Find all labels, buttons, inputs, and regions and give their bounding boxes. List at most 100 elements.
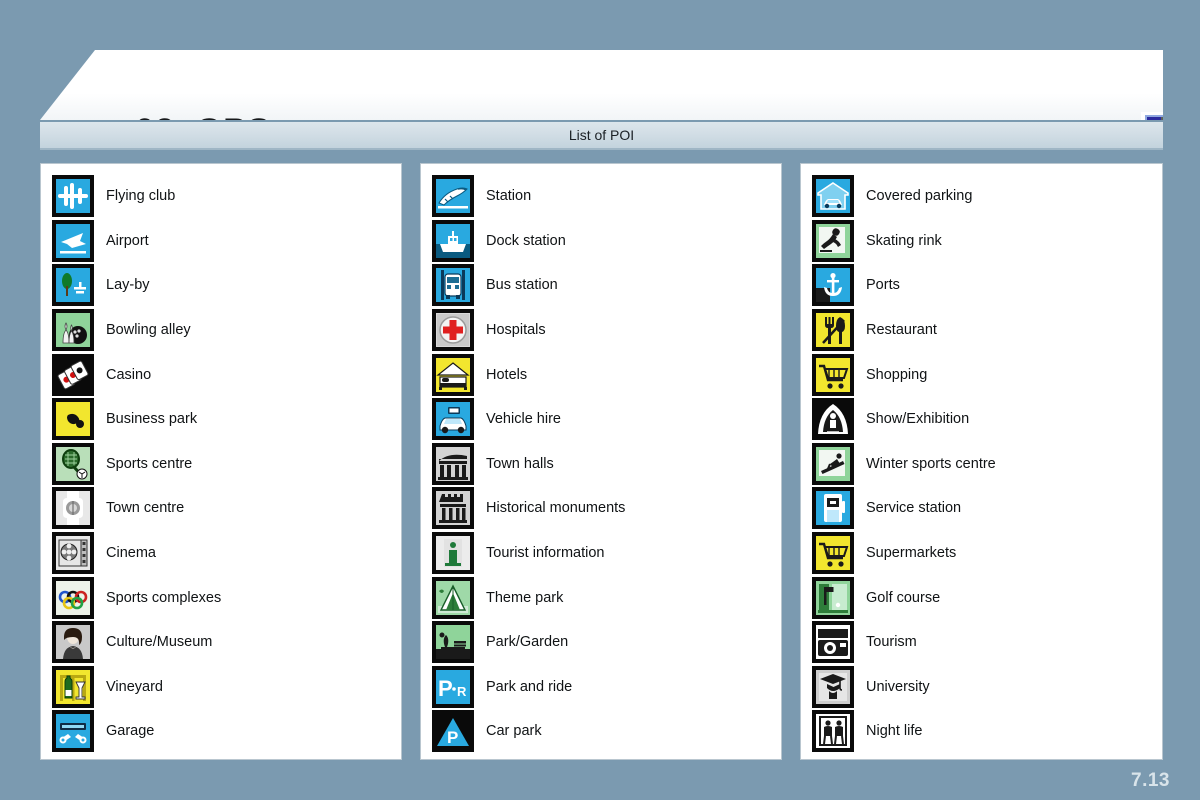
bowling-alley-icon-glyph: [56, 313, 90, 348]
poi-row: Garage: [41, 709, 401, 754]
vineyard-icon-glyph: [56, 669, 90, 704]
poi-label: Town halls: [486, 455, 554, 472]
bus-station-icon-glyph: [436, 268, 470, 303]
poi-row: Bowling alley: [41, 308, 401, 353]
sports-centre-icon-glyph: [56, 446, 90, 481]
svg-text:P: P: [447, 728, 458, 747]
night-life-icon-glyph: [816, 714, 850, 749]
poi-label: Garage: [106, 723, 155, 740]
poi-columns: Flying club Airport Lay-by Bowling alley Cas…: [40, 163, 1163, 760]
service-station-icon-glyph: [816, 491, 850, 526]
poi-row: Tourist information: [421, 531, 781, 576]
theme-park-icon: [432, 576, 474, 619]
hotel-icon: [432, 353, 474, 396]
poi-label: Shopping: [866, 366, 928, 383]
poi-row: Service station: [801, 486, 1162, 531]
park-garden-icon-glyph: [436, 625, 470, 660]
poi-label: Hotels: [486, 366, 528, 383]
cinema-icon-glyph: [56, 536, 90, 571]
poi-row: Hospitals: [421, 308, 781, 353]
covered-parking-icon: [812, 175, 854, 218]
lay-by-icon: [52, 264, 94, 307]
night-life-icon: [812, 710, 854, 753]
poi-label: Car park: [486, 723, 542, 740]
dock-station-icon-glyph: [436, 223, 470, 258]
vehicle-hire-icon: [432, 398, 474, 441]
airport-icon: [52, 219, 94, 262]
sports-complexes-icon-glyph: [56, 580, 90, 615]
poi-row: Station: [421, 174, 781, 219]
shopping-icon-glyph: [816, 357, 850, 392]
park-garden-icon: [432, 621, 474, 664]
poi-row: Business park: [41, 397, 401, 442]
poi-row: Show/Exhibition: [801, 397, 1162, 442]
poi-row: Historical monuments: [421, 486, 781, 531]
poi-label: Tourism: [866, 634, 917, 651]
poi-label: Station: [486, 188, 532, 205]
show-exhibition-icon-glyph: [816, 402, 850, 437]
chapter-header-bar: 03 GPS: [40, 50, 1163, 120]
poi-row: Casino: [41, 352, 401, 397]
vineyard-icon: [52, 665, 94, 708]
tourist-information-icon-glyph: [436, 536, 470, 571]
covered-parking-icon-glyph: [816, 179, 850, 214]
poi-label: Theme park: [486, 589, 564, 606]
poi-row: Bus station: [421, 263, 781, 308]
poi-row: Park/Garden: [421, 620, 781, 665]
poi-label: Sports centre: [106, 455, 193, 472]
poi-label: Golf course: [866, 589, 941, 606]
restaurant-icon: [812, 309, 854, 352]
restaurant-icon-glyph: [816, 313, 850, 348]
poi-label: Casino: [106, 366, 152, 383]
poi-label: Cinema: [106, 545, 156, 562]
poi-label: Bus station: [486, 277, 558, 294]
poi-row: Dock station: [421, 219, 781, 264]
poi-label: Dock station: [486, 232, 566, 249]
culture-museum-icon: [52, 621, 94, 664]
poi-row: Supermarkets: [801, 531, 1162, 576]
poi-row: Skating rink: [801, 219, 1162, 264]
poi-label: Tourist information: [486, 545, 605, 562]
hotel-icon-glyph: [436, 357, 470, 392]
show-exhibition-icon: [812, 398, 854, 441]
town-hall-icon: [432, 442, 474, 485]
hospital-icon-glyph: [436, 313, 470, 348]
cinema-icon: [52, 532, 94, 575]
poi-row: Sports centre: [41, 442, 401, 487]
poi-label: Airport: [106, 232, 149, 249]
train-station-icon: [432, 175, 474, 218]
historical-monument-icon: [432, 487, 474, 530]
poi-label: Historical monuments: [486, 500, 626, 517]
business-park-icon: [52, 398, 94, 441]
poi-row: Vineyard: [41, 665, 401, 710]
page-number: 7.13: [1131, 770, 1170, 791]
section-subtitle: List of POI: [568, 127, 635, 143]
park-and-ride-icon-glyph: PR: [436, 669, 470, 704]
bowling-alley-icon: [52, 309, 94, 352]
poi-label: Bowling alley: [106, 322, 191, 339]
poi-row: Sports complexes: [41, 575, 401, 620]
culture-museum-icon-glyph: [56, 625, 90, 660]
bus-station-icon: [432, 264, 474, 307]
golf-course-icon: [812, 576, 854, 619]
poi-label: Business park: [106, 411, 198, 428]
flying-club-icon: [52, 175, 94, 218]
casino-icon-glyph: [56, 357, 90, 392]
tourism-camera-icon: [812, 621, 854, 664]
lay-by-icon-glyph: [56, 268, 90, 303]
tourist-information-icon: [432, 532, 474, 575]
vehicle-hire-icon-glyph: [436, 402, 470, 437]
poi-panel-column-3: Covered parking Skating rink Ports Restaura…: [800, 163, 1163, 760]
garage-icon-glyph: [56, 714, 90, 749]
car-park-icon: P: [432, 710, 474, 753]
skating-rink-icon: [812, 219, 854, 262]
park-and-ride-icon: PR: [432, 665, 474, 708]
port-icon: [812, 264, 854, 307]
poi-row: Airport: [41, 219, 401, 264]
port-icon-glyph: [816, 268, 850, 303]
poi-label: Winter sports centre: [866, 455, 996, 472]
town-centre-icon-glyph: [56, 491, 90, 526]
svg-text:P: P: [438, 676, 453, 701]
poi-label: Park and ride: [486, 678, 573, 695]
supermarket-icon-glyph: [816, 536, 850, 571]
